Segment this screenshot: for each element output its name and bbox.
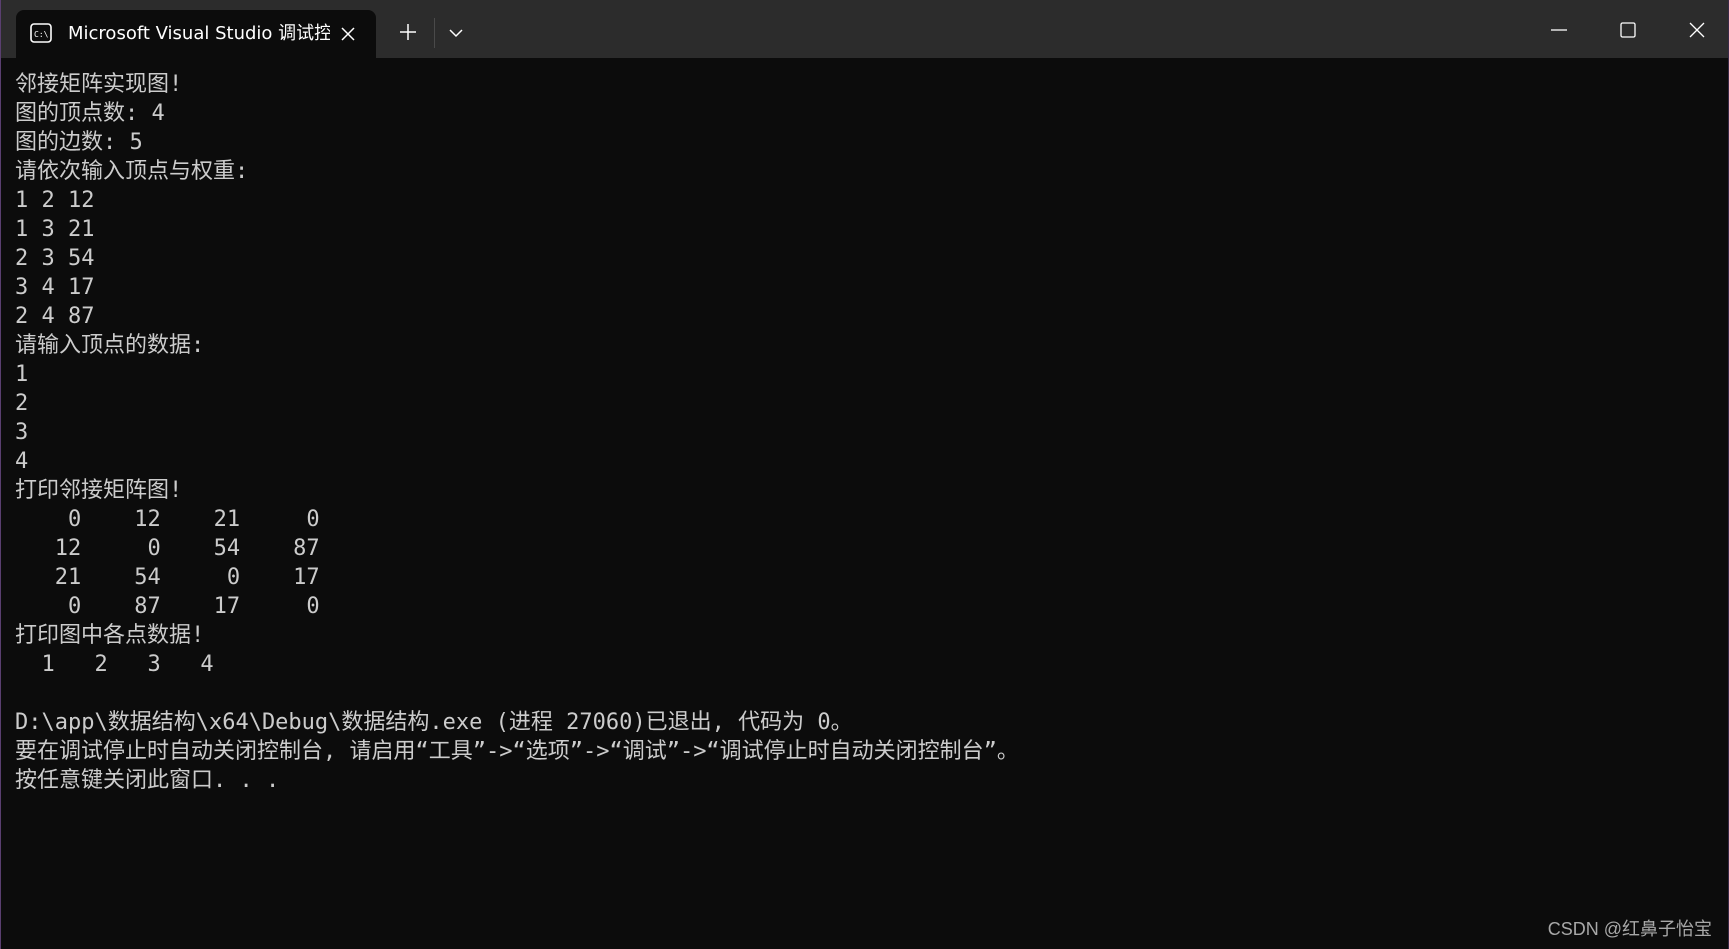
- title-bar[interactable]: C:\ Microsoft Visual Studio 调试控制台: [1, 0, 1728, 58]
- console-line: 请依次输入顶点与权重:: [15, 159, 249, 184]
- minimize-icon[interactable]: [1541, 12, 1577, 48]
- watermark: CSDN @红鼻子怡宝: [1547, 919, 1712, 939]
- tab-title: Microsoft Visual Studio 调试控制台: [68, 23, 330, 44]
- console-line: 1 2 3 4: [15, 652, 214, 677]
- console-line: 邻接矩阵实现图!: [15, 72, 183, 97]
- console-line: 0 87 17 0: [15, 594, 320, 619]
- terminal-window: C:\ Microsoft Visual Studio 调试控制台: [0, 0, 1729, 949]
- console-line: 2 3 54: [15, 246, 95, 271]
- chevron-down-icon[interactable]: [441, 18, 471, 48]
- console-line: 按任意键关闭此窗口. . .: [15, 768, 280, 793]
- titlebar-divider: [434, 18, 435, 48]
- console-line: 21 54 0 17: [15, 565, 320, 590]
- console-line: 0 12 21 0: [15, 507, 320, 532]
- maximize-icon[interactable]: [1610, 12, 1646, 48]
- console-line: 1 2 12: [15, 188, 95, 213]
- console-line: 图的顶点数: 4: [15, 101, 165, 126]
- console-line: 1: [15, 362, 29, 387]
- svg-text:C:\: C:\: [34, 30, 49, 39]
- close-window-icon[interactable]: [1679, 12, 1715, 48]
- console-line: 2: [15, 391, 29, 416]
- plus-icon[interactable]: [393, 17, 423, 47]
- console-line: 图的边数: 5: [15, 130, 143, 155]
- console-line: 请输入顶点的数据:: [15, 333, 205, 358]
- tab-debug-console[interactable]: C:\ Microsoft Visual Studio 调试控制台: [16, 10, 376, 58]
- console-line: 3 4 17: [15, 275, 95, 300]
- console-line: 打印图中各点数据!: [15, 623, 205, 648]
- console-line: D:\app\数据结构\x64\Debug\数据结构.exe (进程 27060…: [15, 710, 853, 735]
- console-line: 1 3 21: [15, 217, 95, 242]
- console-line: 打印邻接矩阵图!: [15, 478, 183, 503]
- close-icon[interactable]: [338, 24, 358, 44]
- console-line: 4: [15, 449, 29, 474]
- console-line: 2 4 87: [15, 304, 95, 329]
- console-output[interactable]: 邻接矩阵实现图! 图的顶点数: 4 图的边数: 5 请依次输入顶点与权重: 1 2 12…: [15, 70, 1715, 795]
- terminal-icon: C:\: [30, 23, 52, 43]
- console-line: 3: [15, 420, 29, 445]
- console-line: 12 0 54 87: [15, 536, 320, 561]
- console-line: 要在调试停止时自动关闭控制台, 请启用“工具”->“选项”->“调试”->“调试…: [15, 739, 1019, 764]
